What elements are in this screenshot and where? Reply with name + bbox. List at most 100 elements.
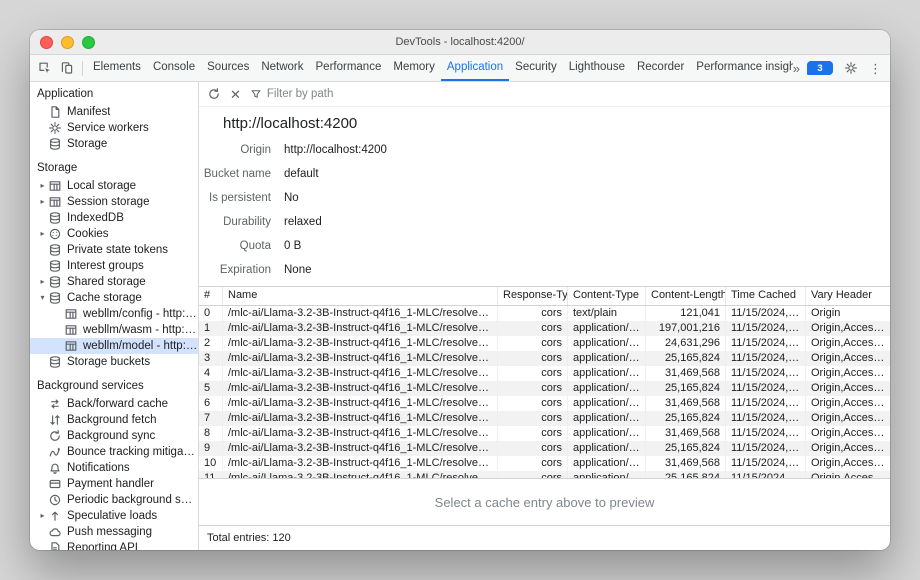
column-header-vary-header[interactable]: Vary Header [806,287,890,305]
sidebar-item-cache-storage[interactable]: ▾Cache storage [30,290,198,306]
table-icon [64,323,78,337]
tab-application[interactable]: Application [441,55,509,81]
table-row[interactable]: 0/mlc-ai/Llama-3.2-3B-Instruct-q4f16_1-M… [199,306,890,321]
minimize-button[interactable] [61,36,74,49]
table-cell: 31,469,568 [646,366,726,381]
metadata-row-bucket-name: Bucket name default [199,162,890,186]
sidebar-section-background-services[interactable]: Background services [30,377,198,396]
tab-recorder[interactable]: Recorder [631,55,690,81]
table-row[interactable]: 8/mlc-ai/Llama-3.2-3B-Instruct-q4f16_1-M… [199,426,890,441]
sidebar-item-session-storage[interactable]: ▸Session storage [30,194,198,210]
sidebar-item-manifest[interactable]: Manifest [30,104,198,120]
table-row[interactable]: 9/mlc-ai/Llama-3.2-3B-Instruct-q4f16_1-M… [199,441,890,456]
table-row[interactable]: 4/mlc-ai/Llama-3.2-3B-Instruct-q4f16_1-M… [199,366,890,381]
sidebar-item-back-forward-cache[interactable]: Back/forward cache [30,396,198,412]
table-row[interactable]: 6/mlc-ai/Llama-3.2-3B-Instruct-q4f16_1-M… [199,396,890,411]
chevron-right-icon[interactable]: ▸ [37,178,48,194]
sidebar-item-speculative-loads[interactable]: ▸Speculative loads [30,508,198,524]
inspect-element-button[interactable] [34,57,56,79]
table-cell: 11/15/2024, 10… [726,336,806,351]
table-cell: Origin,Access… [806,426,890,441]
sidebar-section-application[interactable]: Application [30,85,198,104]
device-toolbar-button[interactable] [56,57,78,79]
refresh-icon[interactable] [207,87,221,101]
column-header-name[interactable]: Name [223,287,498,305]
sidebar-item-local-storage[interactable]: ▸Local storage [30,178,198,194]
preview-placeholder: Select a cache entry above to preview [435,495,655,510]
table-row[interactable]: 5/mlc-ai/Llama-3.2-3B-Instruct-q4f16_1-M… [199,381,890,396]
chevron-right-icon[interactable]: ▸ [37,274,48,290]
sidebar-item-shared-storage[interactable]: ▸Shared storage [30,274,198,290]
table-row[interactable]: 2/mlc-ai/Llama-3.2-3B-Instruct-q4f16_1-M… [199,336,890,351]
settings-button[interactable] [840,57,862,79]
table-row[interactable]: 3/mlc-ai/Llama-3.2-3B-Instruct-q4f16_1-M… [199,351,890,366]
metadata-row-origin: Originhttp://localhost:4200 [199,138,890,162]
sidebar-item-storage-buckets[interactable]: Storage buckets [30,354,198,370]
table-cell: 6 [199,396,223,411]
tab-network[interactable]: Network [255,55,309,81]
tab-lighthouse[interactable]: Lighthouse [563,55,631,81]
tab-console[interactable]: Console [147,55,201,81]
chevron-right-icon[interactable]: ▸ [37,194,48,210]
more-tabs-icon[interactable]: » [793,62,800,75]
sidebar-item-reporting-api[interactable]: Reporting API [30,540,198,550]
zoom-button[interactable] [82,36,95,49]
sidebar-item-private-state-tokens[interactable]: Private state tokens [30,242,198,258]
kebab-menu-icon[interactable]: ⋮ [869,62,882,75]
table-row[interactable]: 1/mlc-ai/Llama-3.2-3B-Instruct-q4f16_1-M… [199,321,890,336]
column-header-content-length[interactable]: Content-Length [646,287,726,305]
table-cell: 31,469,568 [646,456,726,471]
background-sync-icon [48,429,62,443]
report-icon [48,541,62,550]
sidebar-item-periodic-background-sync[interactable]: Periodic background sync [30,492,198,508]
table-cell: 11/15/2024, 10… [726,306,806,321]
tab-security[interactable]: Security [509,55,563,81]
sidebar-item-payment-handler[interactable]: Payment handler [30,476,198,492]
sidebar-item-storage[interactable]: Storage [30,136,198,152]
table-row[interactable]: 11/mlc-ai/Llama-3.2-3B-Instruct-q4f16_1-… [199,471,890,478]
chevron-right-icon[interactable]: ▸ [37,226,48,242]
table-row[interactable]: 10/mlc-ai/Llama-3.2-3B-Instruct-q4f16_1-… [199,456,890,471]
tab-performance[interactable]: Performance [310,55,388,81]
close-button[interactable] [40,36,53,49]
sidebar-item-webllm-config-http-loc[interactable]: webllm/config - http://loc… [30,306,198,322]
column-header-response-type[interactable]: Response-Type [498,287,568,305]
column-header-time-cached[interactable]: Time Cached [726,287,806,305]
sidebar-item-service-workers[interactable]: Service workers [30,120,198,136]
clear-icon[interactable]: ✕ [230,88,241,101]
table-cell: 11/15/2024, 10… [726,396,806,411]
back-forward-cache-icon [48,397,62,411]
tab-label: Elements [93,55,141,79]
tab-performance-insights[interactable]: Performance insights [690,55,792,81]
sidebar-item-label: Notifications [67,460,130,476]
table-cell: 11/15/2024, 10… [726,471,806,478]
column-header-content-type[interactable]: Content-Type [568,287,646,305]
sidebar-item-cookies[interactable]: ▸Cookies [30,226,198,242]
table-row[interactable]: 7/mlc-ai/Llama-3.2-3B-Instruct-q4f16_1-M… [199,411,890,426]
tab-sources[interactable]: Sources [201,55,255,81]
sidebar-section-storage[interactable]: Storage [30,159,198,178]
sidebar-item-indexeddb[interactable]: IndexedDB [30,210,198,226]
table-cell: cors [498,441,568,456]
sidebar-item-bounce-tracking-mitigations[interactable]: Bounce tracking mitigations [30,444,198,460]
tab-memory[interactable]: Memory [387,55,441,81]
total-entries-label: Total entries: 120 [207,532,291,544]
sidebar-item-background-sync[interactable]: Background sync [30,428,198,444]
sidebar-item-webllm-wasm-http-loca[interactable]: webllm/wasm - http://loca… [30,322,198,338]
metadata-label: Bucket name [199,168,271,180]
sidebar-item-interest-groups[interactable]: Interest groups [30,258,198,274]
chevron-right-icon[interactable]: ▸ [37,508,48,524]
chevron-down-icon[interactable]: ▾ [37,290,48,306]
tab-label: Sources [207,55,249,79]
issues-message-icon[interactable]: 3 [807,61,833,75]
metadata-row-expiration: ExpirationNone [199,258,890,282]
metadata-value: default [284,168,319,180]
filter-input[interactable]: Filter by path [250,88,333,100]
sidebar-item-webllm-model-http-loc[interactable]: webllm/model - http://loc… [30,338,198,354]
sidebar-item-push-messaging[interactable]: Push messaging [30,524,198,540]
tab-elements[interactable]: Elements [87,55,147,81]
sidebar-item-background-fetch[interactable]: Background fetch [30,412,198,428]
column-header-[interactable]: # [199,287,223,305]
sidebar-item-notifications[interactable]: Notifications [30,460,198,476]
sidebar-item-label: Bounce tracking mitigations [67,444,198,460]
